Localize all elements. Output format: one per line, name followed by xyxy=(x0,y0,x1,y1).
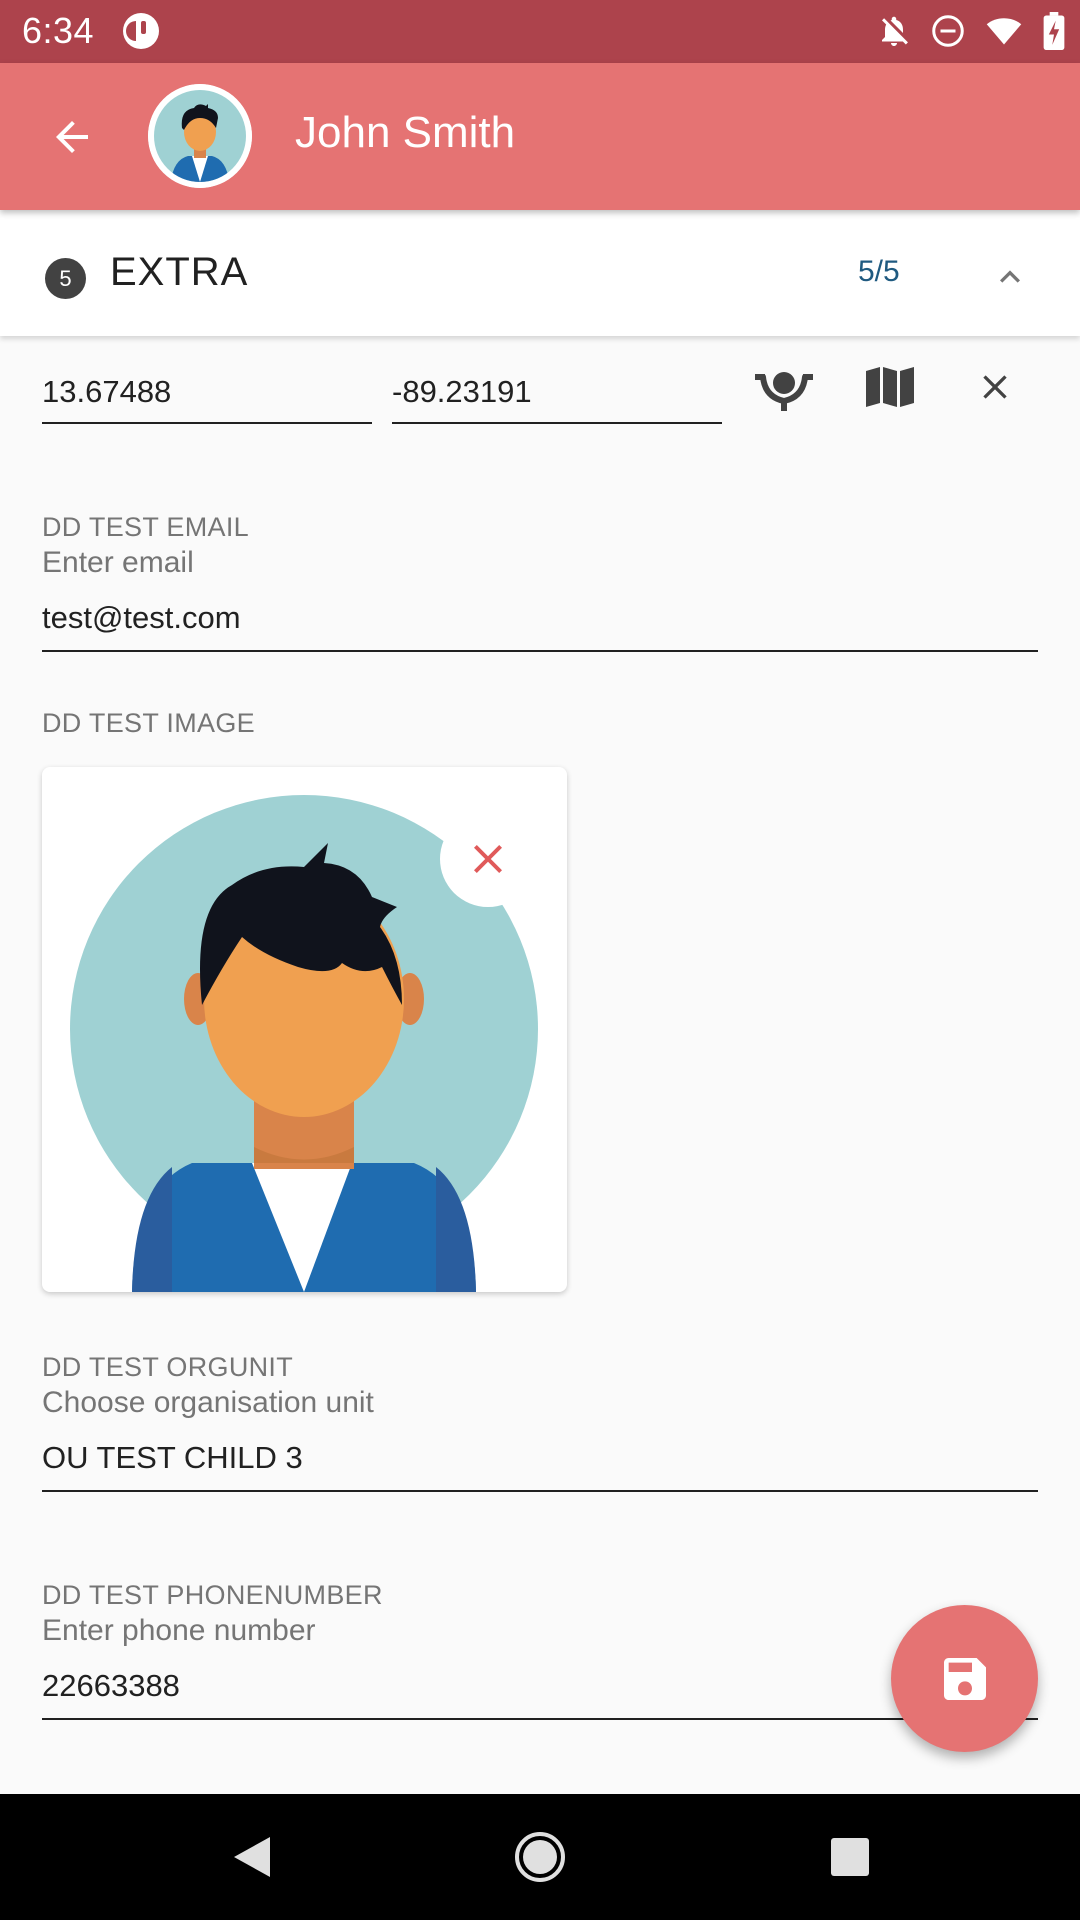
save-button[interactable] xyxy=(891,1605,1038,1752)
toolbar-title: John Smith xyxy=(295,108,516,157)
chevron-up-icon xyxy=(1000,270,1020,283)
remove-image-button[interactable] xyxy=(440,811,536,907)
orgunit-label: DD TEST ORGUNIT xyxy=(42,1352,294,1382)
back-button[interactable] xyxy=(36,101,108,173)
orgunit-hint: Choose organisation unit xyxy=(42,1386,374,1419)
nav-home-button[interactable] xyxy=(510,1827,570,1887)
map-icon xyxy=(866,367,914,407)
email-hint: Enter email xyxy=(42,546,194,579)
arrow-back-icon xyxy=(56,121,88,153)
phone-hint: Enter phone number xyxy=(42,1614,316,1647)
home-circle-icon xyxy=(515,1832,565,1882)
close-icon xyxy=(474,845,502,873)
email-label: DD TEST EMAIL xyxy=(42,512,249,542)
section-collapse-button[interactable] xyxy=(983,250,1037,304)
longitude-field[interactable]: -89.23191 xyxy=(392,370,722,424)
image-preview[interactable] xyxy=(42,767,567,1292)
gps-location-button[interactable] xyxy=(751,354,817,420)
clear-icon xyxy=(983,375,1007,399)
form-content[interactable]: 13.67488 -89.23191 DD TEST EMAIL Enter e… xyxy=(0,336,1080,1794)
nav-recents-button[interactable] xyxy=(820,1827,880,1887)
section-progress: 5/5 xyxy=(858,255,900,288)
do-not-disturb-icon xyxy=(932,15,964,47)
system-nav-bar xyxy=(0,1794,1080,1920)
phone-label: DD TEST PHONENUMBER xyxy=(42,1580,383,1610)
status-time: 6:34 xyxy=(22,10,95,51)
gps-location-icon xyxy=(755,372,813,411)
save-icon xyxy=(943,1657,986,1700)
notifications-off-icon xyxy=(882,16,908,46)
app-notification-icon xyxy=(123,13,159,49)
wifi-icon xyxy=(986,18,1022,45)
latitude-field[interactable]: 13.67488 xyxy=(42,370,372,424)
image-label: DD TEST IMAGE xyxy=(42,708,255,738)
section-header[interactable]: 5 EXTRA 5/5 xyxy=(0,210,1080,336)
map-button[interactable] xyxy=(857,354,923,420)
section-number-badge: 5 xyxy=(45,258,86,299)
back-triangle-icon xyxy=(234,1837,270,1877)
app-toolbar: John Smith xyxy=(0,63,1080,210)
orgunit-field[interactable]: OU TEST CHILD 3 xyxy=(42,1434,1038,1492)
battery-charging-icon xyxy=(1043,12,1065,50)
section-title: EXTRA xyxy=(110,250,249,294)
avatar[interactable] xyxy=(148,84,252,188)
status-bar: 6:34 xyxy=(0,0,1080,63)
recents-square-icon xyxy=(831,1838,869,1876)
email-field[interactable]: test@test.com xyxy=(42,594,1038,652)
nav-back-button[interactable] xyxy=(222,1827,282,1887)
clear-coordinates-button[interactable] xyxy=(962,354,1028,420)
phone-field[interactable]: 22663388 xyxy=(42,1662,1038,1720)
